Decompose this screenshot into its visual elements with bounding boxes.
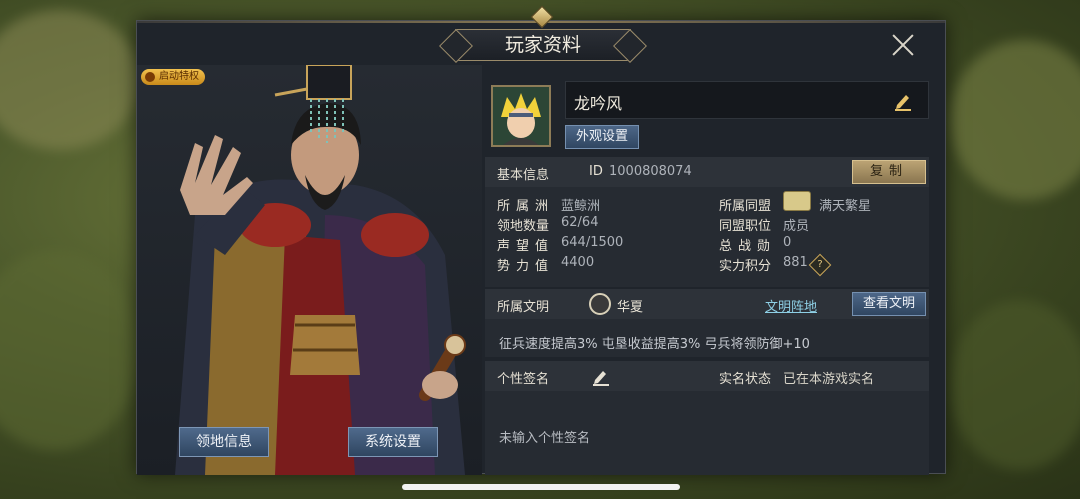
prestige-value: 644/1500	[561, 235, 624, 250]
player-profile-dialog: 玩家资料 启动特权 领地信息 系统设置 龙吟风 外观设置 基本信息 ID 100…	[136, 5, 946, 475]
ornament-gem-icon	[530, 5, 554, 29]
realname-label: 实名状态	[719, 372, 772, 387]
territory-info-button[interactable]: 领地信息	[179, 427, 269, 457]
civilization-section: 所属文明 华夏 文明阵地 查看文明 征兵速度提高3% 屯垦收益提高3% 弓兵将领…	[485, 289, 929, 357]
edit-signature-icon[interactable]	[591, 366, 611, 386]
alliance-role-value: 成员	[783, 219, 810, 234]
hero-portrait	[175, 65, 466, 475]
battle-merit-label: 总战勋	[719, 239, 777, 254]
civilization-territory-link[interactable]: 文明阵地	[765, 296, 817, 315]
player-avatar[interactable]	[491, 85, 551, 147]
help-icon[interactable]: ?	[808, 253, 832, 277]
signature-header: 个性签名 实名状态 已在本游戏实名	[485, 361, 929, 391]
signature-label: 个性签名	[497, 372, 550, 387]
help-glyph: ?	[817, 259, 823, 270]
dialog-title: 玩家资料	[455, 29, 631, 61]
power-label: 势力值	[497, 259, 555, 274]
id-value: 1000808074	[609, 164, 692, 179]
signature-text[interactable]: 未输入个性签名	[499, 427, 590, 446]
edit-name-icon[interactable]	[892, 90, 914, 112]
home-indicator[interactable]	[402, 484, 680, 490]
privilege-badge-label: 启动特权	[159, 71, 199, 82]
realname-value: 已在本游戏实名	[783, 372, 875, 387]
background-blur	[950, 300, 1080, 470]
civilization-label: 所属文明	[497, 300, 550, 315]
continent-label: 所属洲	[497, 199, 555, 214]
appearance-settings-button[interactable]: 外观设置	[565, 125, 639, 149]
system-settings-button[interactable]: 系统设置	[348, 427, 438, 457]
territory-count-label: 领地数量	[497, 219, 550, 234]
hero-panel: 启动特权 领地信息 系统设置	[137, 65, 482, 475]
view-civilization-button[interactable]: 查看文明	[852, 292, 926, 316]
alliance-emblem-icon	[783, 191, 811, 211]
signature-section: 个性签名 实名状态 已在本游戏实名 未输入个性签名	[485, 361, 929, 475]
avatar-image	[493, 87, 549, 145]
strength-value: 881	[783, 255, 808, 270]
alliance-role-label: 同盟职位	[719, 219, 772, 234]
alliance-value[interactable]: 满天繁星	[819, 195, 871, 214]
background-blur	[950, 40, 1080, 200]
territory-count-value: 62/64	[561, 215, 599, 230]
basic-info-header: 基本信息 ID 1000808074 复制	[485, 157, 929, 187]
prestige-label: 声望值	[497, 239, 555, 254]
alliance-label: 所属同盟	[719, 199, 772, 214]
battle-merit-value: 0	[783, 235, 792, 250]
basic-info-section: 基本信息 ID 1000808074 复制 所属洲 蓝鲸洲 领地数量 62/64…	[485, 157, 929, 287]
continent-value: 蓝鲸洲	[561, 199, 601, 214]
close-icon[interactable]	[889, 31, 917, 59]
id-label: ID	[589, 164, 603, 179]
background-blur	[0, 10, 140, 150]
background-blur	[0, 250, 140, 450]
player-name-field: 龙吟风	[565, 81, 929, 119]
copy-id-button[interactable]: 复制	[852, 160, 926, 184]
privilege-icon	[145, 72, 155, 82]
power-value: 4400	[561, 255, 595, 270]
dragon-emblem-icon	[589, 293, 611, 315]
civilization-bonus: 征兵速度提高3% 屯垦收益提高3% 弓兵将领防御+10	[499, 337, 810, 352]
civilization-value: 华夏	[617, 300, 644, 315]
strength-label: 实力积分	[719, 259, 772, 274]
player-name: 龙吟风	[574, 94, 623, 113]
info-panel: 龙吟风 外观设置 基本信息 ID 1000808074 复制 所属洲 蓝鲸洲 领…	[485, 81, 929, 475]
civilization-header: 所属文明 华夏 文明阵地 查看文明	[485, 289, 929, 319]
basic-info-title: 基本信息	[497, 168, 550, 183]
privilege-badge[interactable]: 启动特权	[141, 69, 205, 85]
